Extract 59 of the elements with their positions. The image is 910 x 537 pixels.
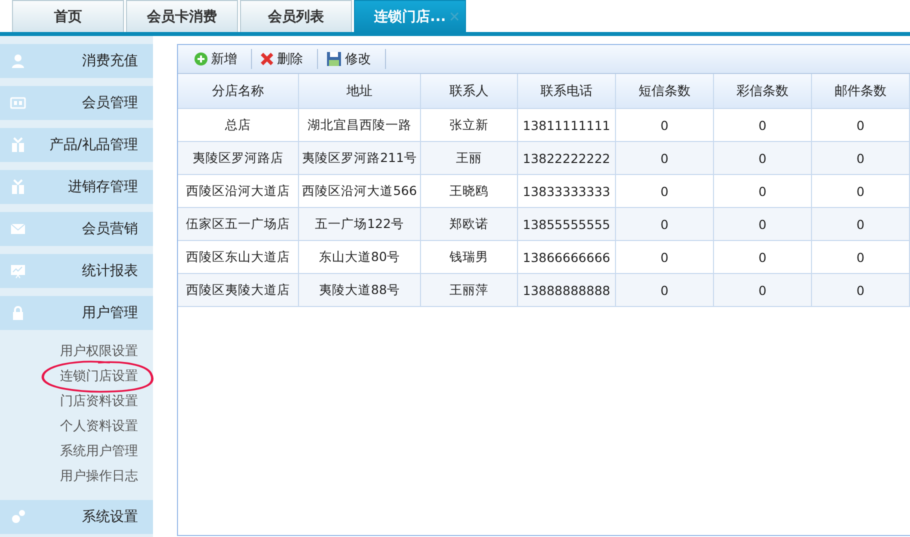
table-cell: 五一广场122号	[298, 208, 420, 240]
table-cell: 0	[812, 274, 910, 306]
table-cell: 西陵区夷陵大道店	[178, 274, 298, 306]
sidebar-item[interactable]: 产品/礼品管理	[0, 128, 153, 162]
gift-icon	[10, 137, 26, 153]
table-cell: 0	[616, 208, 714, 240]
close-icon[interactable]	[450, 12, 459, 21]
table-cell: 0	[616, 274, 714, 306]
column-header: 联系电话	[518, 74, 616, 108]
sidebar-item[interactable]: 进销存管理	[0, 170, 153, 204]
table-cell: 夷陵区罗河路211号	[298, 142, 420, 174]
sidebar-item[interactable]: 消费充值	[0, 44, 153, 78]
table-cell: 0	[714, 208, 812, 240]
table-cell: 0	[812, 208, 910, 240]
submenu-item[interactable]: 门店资料设置	[60, 392, 138, 411]
table-cell: 0	[714, 274, 812, 306]
submenu-item[interactable]: 连锁门店设置	[60, 367, 138, 386]
sidebar-item[interactable]: 会员管理	[0, 86, 153, 120]
add-button[interactable]: 新增	[186, 49, 252, 69]
delete-button[interactable]: 删除	[252, 49, 318, 69]
sidebar-item[interactable]: 用户管理	[0, 296, 153, 330]
submenu-item[interactable]: 系统用户管理	[60, 442, 138, 461]
table-cell: 夷陵区罗河路店	[178, 142, 298, 174]
envelope-icon	[10, 221, 26, 237]
column-header: 地址	[298, 74, 420, 108]
table-cell: 伍家区五一广场店	[178, 208, 298, 240]
cross-icon	[260, 52, 274, 66]
column-header: 邮件条数	[812, 74, 910, 108]
card-icon	[10, 95, 26, 111]
table-cell: 王丽	[420, 142, 518, 174]
column-header: 分店名称	[178, 74, 298, 108]
tab[interactable]: 首页	[12, 0, 124, 32]
table-cell: 13822222222	[518, 142, 616, 174]
gift-icon	[10, 179, 26, 195]
monitor-chart-icon	[10, 263, 26, 279]
table-cell: 0	[616, 142, 714, 174]
sidebar-item[interactable]: 系统设置	[0, 500, 153, 534]
table-cell: 0	[812, 142, 910, 174]
gears-icon	[10, 509, 26, 525]
sidebar-item[interactable]: 会员营销	[0, 212, 153, 246]
table-cell: 王丽萍	[420, 274, 518, 306]
column-header: 联系人	[420, 74, 518, 108]
tab[interactable]: 会员卡消费	[126, 0, 238, 32]
table-cell: 13855555555	[518, 208, 616, 240]
column-header: 短信条数	[616, 74, 714, 108]
table-cell: 郑欧诺	[420, 208, 518, 240]
submenu-item[interactable]: 用户权限设置	[60, 342, 138, 361]
save-button[interactable]: 修改	[318, 49, 386, 69]
table-cell: 13888888888	[518, 274, 616, 306]
tab[interactable]: 会员列表	[240, 0, 352, 32]
submenu-item[interactable]: 个人资料设置	[60, 417, 138, 436]
submenu-item[interactable]: 用户操作日志	[60, 467, 138, 486]
table-cell: 夷陵大道88号	[298, 274, 420, 306]
table-cell: 0	[714, 142, 812, 174]
user-icon	[10, 53, 26, 69]
plus-circle-icon	[194, 52, 208, 66]
lock-icon	[10, 305, 26, 321]
column-header: 彩信条数	[714, 74, 812, 108]
sidebar-item[interactable]: 统计报表	[0, 254, 153, 288]
